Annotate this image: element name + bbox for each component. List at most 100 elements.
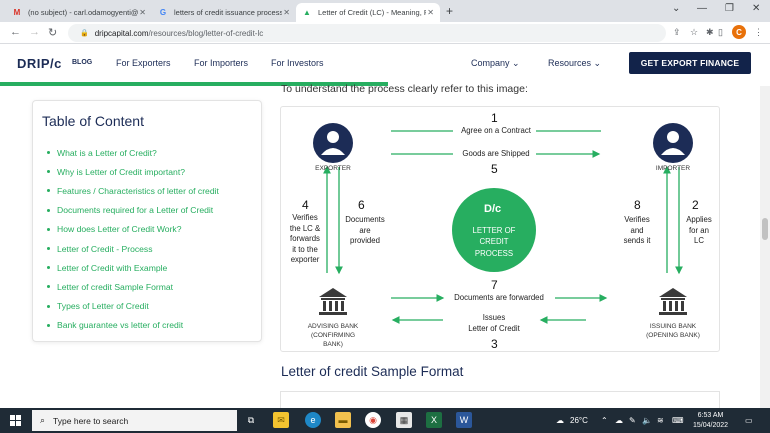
text-line: for an <box>689 225 709 235</box>
volume-icon[interactable]: 🔈 <box>642 416 652 425</box>
step-number: 6 <box>358 198 365 212</box>
toc-item-label: How does Letter of Credit Work? <box>57 224 182 235</box>
text-line: sends it <box>623 236 651 246</box>
step-label: Agree on a Contract <box>461 126 531 135</box>
step-label-applies-lc: Applies for an LC <box>679 215 719 247</box>
bullet-icon <box>47 266 50 270</box>
close-icon[interactable]: ✕ <box>139 8 146 17</box>
step-label-documents-provided: Documents are provided <box>341 215 389 247</box>
text-line: Issues <box>482 313 506 322</box>
cloud-icon[interactable]: ☁ <box>615 416 623 425</box>
close-window-button[interactable]: ✕ <box>752 3 760 14</box>
url-host: dripcapital.com <box>94 28 149 38</box>
taskbar-search[interactable]: ⌕ Type here to search <box>32 410 237 431</box>
url-field[interactable]: 🔒 dripcapital.com /resources/blog/letter… <box>68 24 666 42</box>
toc-item[interactable]: Types of Letter of Credit <box>47 297 219 316</box>
chrome-icon[interactable]: ◉ <box>365 412 381 428</box>
clock-time: 6:53 AM <box>697 412 724 419</box>
nav-company[interactable]: Company ⌄ <box>471 58 520 69</box>
bullet-icon <box>47 170 50 174</box>
article-intro-text: To understand the process clearly refer … <box>281 83 528 95</box>
maximize-button[interactable]: ❐ <box>725 3 734 14</box>
close-icon[interactable]: ✕ <box>427 8 434 17</box>
nav-company-label: Company <box>471 58 510 68</box>
lc-process-diagram: 1 Agree on a Contract Goods are Shipped … <box>280 106 720 352</box>
get-export-finance-button[interactable]: GET EXPORT FINANCE <box>629 52 751 74</box>
toc-item[interactable]: Bank guarantee vs letter of credit <box>47 316 219 335</box>
close-icon[interactable]: ✕ <box>283 8 290 17</box>
toc-item[interactable]: Features / Characteristics of letter of … <box>47 181 219 200</box>
bullet-icon <box>47 304 50 308</box>
toc-item[interactable]: Documents required for a Letter of Credi… <box>47 201 219 220</box>
menu-dots-icon[interactable]: ⋮ <box>754 27 763 38</box>
tab-google-search[interactable]: G letters of credit issuance process - .… <box>152 3 296 22</box>
exporter-label: EXPORTER <box>315 165 351 172</box>
toc-item-label: What is a Letter of Credit? <box>57 147 157 158</box>
toc-item[interactable]: Why is Letter of Credit important? <box>47 162 219 181</box>
tray-chevron-icon[interactable]: ⌃ <box>601 416 608 425</box>
lock-icon: 🔒 <box>80 30 89 37</box>
forward-icon[interactable]: → <box>29 26 40 38</box>
toc-item[interactable]: Letter of Credit - Process <box>47 239 219 258</box>
extensions-icon[interactable]: ✱ <box>706 27 714 38</box>
bullet-icon <box>47 285 50 289</box>
sidebar-icon[interactable]: ▯ <box>718 27 723 38</box>
weather-temp[interactable]: 26°C <box>570 416 588 425</box>
store-icon[interactable]: ▦ <box>396 412 412 428</box>
weather-icon[interactable]: ☁ <box>556 416 564 425</box>
toc-item[interactable]: How does Letter of Credit Work? <box>47 220 219 239</box>
tab-gmail[interactable]: M (no subject) - carl.odamogyenti@... ✕ <box>6 3 152 22</box>
edge-icon[interactable]: e <box>305 412 321 428</box>
taskbar-clock[interactable]: 6:53 AM 15/04/2022 <box>693 411 728 431</box>
google-icon: G <box>159 8 167 17</box>
nav-for-investors[interactable]: For Investors <box>271 58 324 68</box>
tab-label: (no subject) - carl.odamogyenti@... <box>27 8 140 17</box>
scrollbar-thumb[interactable] <box>762 218 768 240</box>
word-icon[interactable]: W <box>456 412 472 428</box>
ime-icon[interactable]: ⌨ <box>672 416 684 425</box>
minimize-button[interactable]: — <box>697 3 707 14</box>
toc-item[interactable]: Letter of Credit with Example <box>47 258 219 277</box>
text-line: ADVISING BANK <box>307 323 359 330</box>
toc-item[interactable]: What is a Letter of Credit? <box>47 143 219 162</box>
step-label-verifies-lc: Verifies the LC & forwards it to the exp… <box>283 213 327 266</box>
drip-logo-icon: D/c <box>484 203 502 215</box>
nav-for-importers[interactable]: For Importers <box>194 58 248 68</box>
nav-for-exporters[interactable]: For Exporters <box>116 58 171 68</box>
windows-start-icon[interactable] <box>10 415 21 426</box>
site-logo[interactable]: DRIP/c <box>17 56 62 71</box>
mail-app-icon[interactable]: ✉ <box>273 412 289 428</box>
step-label-issues-lc: Issues Letter of Credit <box>444 313 544 334</box>
chevron-down-icon: ⌄ <box>593 58 602 68</box>
new-tab-button[interactable]: + <box>446 4 453 18</box>
toc-list: What is a Letter of Credit? Why is Lette… <box>47 143 219 335</box>
profile-avatar[interactable]: C <box>732 25 746 39</box>
bookmark-star-icon[interactable]: ☆ <box>690 27 698 38</box>
bullet-icon <box>47 247 50 251</box>
network-icon[interactable]: ≋ <box>657 416 664 425</box>
page-scrollbar[interactable] <box>760 86 770 408</box>
text-line: (CONFIRMING <box>310 331 356 339</box>
notification-icon[interactable]: ▭ <box>745 416 753 425</box>
step-label-verifies-sends: Verifies and sends it <box>615 215 659 247</box>
issuing-bank-icon <box>659 288 687 315</box>
step-number: 3 <box>491 337 498 351</box>
toc-item[interactable]: Letter of credit Sample Format <box>47 277 219 296</box>
excel-icon[interactable]: X <box>426 412 442 428</box>
share-icon[interactable]: ⇪ <box>673 27 681 38</box>
clock-date: 15/04/2022 <box>693 421 729 429</box>
pen-icon[interactable]: ✎ <box>629 416 636 425</box>
nav-resources[interactable]: Resources ⌄ <box>548 58 601 69</box>
reload-icon[interactable]: ↻ <box>48 26 57 39</box>
text-line: Verifies <box>292 213 318 222</box>
step-number: 2 <box>692 198 699 212</box>
advising-bank-label: ADVISING BANK (CONFIRMING BANK) <box>295 323 371 349</box>
chevron-down-icon[interactable]: ⌄ <box>672 3 680 14</box>
file-explorer-icon[interactable]: ▬ <box>335 412 351 428</box>
bullet-icon <box>47 323 50 327</box>
back-icon[interactable]: ← <box>10 26 21 38</box>
tab-letter-of-credit[interactable]: ▲ Letter of Credit (LC) - Meaning, P... … <box>296 3 440 22</box>
step-label: Goods are Shipped <box>462 149 530 158</box>
toc-item-label: Bank guarantee vs letter of credit <box>57 320 184 331</box>
task-view-icon[interactable]: ⧉ <box>243 412 259 428</box>
